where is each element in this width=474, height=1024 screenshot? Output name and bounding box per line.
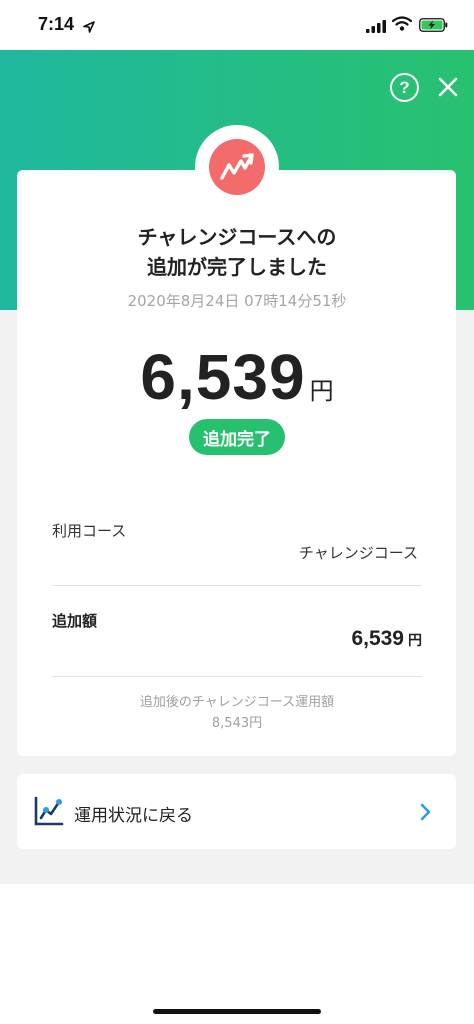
divider xyxy=(52,585,422,586)
added-amount-label: 追加額 xyxy=(52,612,98,630)
course-label: 利用コース xyxy=(52,522,127,540)
added-amount-number: 6,539 xyxy=(351,627,404,650)
added-amount-unit: 円 xyxy=(408,633,422,649)
status-badge-label: 追加完了 xyxy=(203,429,271,450)
post-add-balance-value: 8,543円 xyxy=(211,716,263,731)
course-value: チャレンジコース xyxy=(298,544,418,562)
amount-value: 6,539 xyxy=(140,341,306,413)
help-icon: ? xyxy=(399,77,410,97)
title-line-2: 追加が完了しました xyxy=(147,255,327,279)
status-badge: 追加完了 xyxy=(189,419,285,455)
added-amount-value: 6,539 円 xyxy=(351,627,422,651)
wifi-icon xyxy=(391,16,413,35)
chevron-right-icon[interactable] xyxy=(419,803,431,825)
back-to-status-label[interactable]: 運用状況に戻る xyxy=(74,801,193,826)
amount-display: 6,539 円 xyxy=(0,340,474,414)
title-line-1: チャレンジコースへの xyxy=(137,225,337,249)
line-chart-icon xyxy=(34,796,64,830)
completion-title: チャレンジコースへの 追加が完了しました xyxy=(0,222,474,282)
status-bar: 7:14 xyxy=(0,0,474,50)
cellular-signal-icon xyxy=(366,18,386,37)
divider xyxy=(52,676,422,677)
post-add-balance-label: 追加後のチャレンジコース運用額 xyxy=(139,695,335,710)
battery-charging-icon xyxy=(419,17,448,36)
close-button[interactable] xyxy=(437,76,459,98)
location-arrow-icon xyxy=(83,18,95,37)
bottom-area xyxy=(0,884,474,1024)
status-time: 7:14 xyxy=(38,14,75,34)
close-icon xyxy=(438,77,458,97)
amount-unit: 円 xyxy=(309,377,334,405)
trend-up-icon xyxy=(220,153,254,180)
completion-datetime: 2020年8月24日 07時14分51秒 xyxy=(127,292,347,310)
help-button[interactable]: ? xyxy=(390,73,419,102)
trend-up-badge xyxy=(209,139,265,195)
home-indicator[interactable] xyxy=(153,1009,321,1014)
